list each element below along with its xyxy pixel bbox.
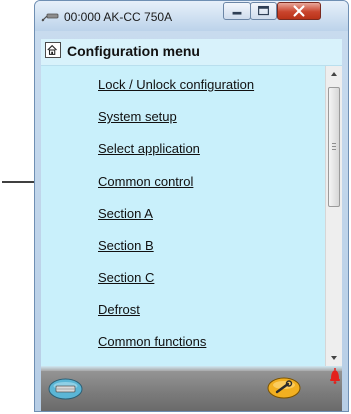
menu-item-defrost[interactable]: Defrost [98, 302, 140, 317]
menu-item-common-control[interactable]: Common control [98, 174, 193, 189]
menu-item-select-application[interactable]: Select application [98, 141, 200, 156]
alarm-bell-button[interactable] [328, 367, 342, 385]
minimize-button[interactable] [223, 2, 251, 20]
vertical-scrollbar[interactable] [325, 66, 342, 366]
scroll-down-button[interactable] [326, 349, 342, 366]
maximize-button[interactable] [250, 2, 277, 20]
menu-item-common-functions[interactable]: Common functions [98, 334, 206, 349]
menu-item-lock-unlock-configuration[interactable]: Lock / Unlock configuration [98, 77, 254, 92]
menu-item-section-b[interactable]: Section B [98, 238, 154, 253]
footer-highlight [41, 366, 342, 371]
menu-item-section-a[interactable]: Section A [98, 206, 153, 221]
keyboard-icon [48, 378, 83, 400]
menu-list: Lock / Unlock configuration System setup… [41, 66, 342, 366]
menu-item-system-setup[interactable]: System setup [98, 109, 177, 124]
title-bar[interactable]: 00:000 AK-CC 750A [35, 1, 348, 31]
window-title: 00:000 AK-CC 750A [64, 10, 173, 24]
chevron-down-icon [331, 356, 337, 360]
minimize-icon [232, 11, 242, 15]
close-button[interactable] [277, 2, 321, 20]
footer-bar [41, 366, 342, 411]
scroll-grip-line [332, 149, 336, 150]
menu-item-section-c[interactable]: Section C [98, 270, 154, 285]
close-icon [293, 5, 305, 17]
app-window: 00:000 AK-CC 750A Configuration menu Loc… [34, 0, 349, 412]
service-button[interactable] [267, 377, 301, 399]
scroll-grip-line [332, 146, 336, 147]
scroll-up-button[interactable] [326, 66, 342, 83]
maximize-icon [258, 5, 269, 16]
scroll-thumb[interactable] [328, 87, 340, 207]
probe-icon [41, 9, 59, 22]
keyboard-button[interactable] [48, 378, 83, 400]
home-icon[interactable] [45, 42, 61, 58]
wrench-icon [267, 377, 301, 399]
menu-header: Configuration menu [41, 39, 342, 66]
scroll-grip-line [332, 143, 336, 144]
chevron-up-icon [331, 72, 337, 76]
bell-icon [330, 368, 340, 384]
page-title: Configuration menu [67, 43, 200, 59]
